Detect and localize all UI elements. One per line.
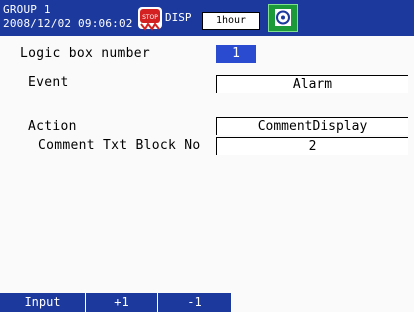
display-mode-label: DISP xyxy=(165,11,192,24)
recorder-screen: GROUP 1 2008/12/02 09:06:02 STOP DISP 1h… xyxy=(0,0,414,312)
softkey-plus-one[interactable]: +1 xyxy=(86,293,158,312)
softkey-bar: Input +1 -1 xyxy=(0,293,414,312)
softkey-input[interactable]: Input xyxy=(0,293,86,312)
datetime-label: 2008/12/02 09:06:02 xyxy=(3,17,133,30)
event-field[interactable]: Alarm xyxy=(216,75,408,93)
logic-box-number-label: Logic box number xyxy=(20,46,151,61)
action-label: Action xyxy=(28,119,77,134)
interval-indicator: 1hour xyxy=(202,12,260,30)
media-card-icon xyxy=(268,4,298,32)
group-label: GROUP 1 xyxy=(3,3,51,16)
event-label: Event xyxy=(28,75,69,90)
logic-box-number-field[interactable]: 1 xyxy=(216,45,256,63)
comment-block-label: Comment Txt Block No xyxy=(38,138,201,153)
action-field[interactable]: CommentDisplay xyxy=(216,117,408,135)
stop-icon: STOP xyxy=(138,7,162,31)
softkey-minus-one[interactable]: -1 xyxy=(158,293,232,312)
status-header: GROUP 1 2008/12/02 09:06:02 STOP DISP 1h… xyxy=(0,0,414,36)
stop-icon-text: STOP xyxy=(142,14,158,21)
comment-block-field[interactable]: 2 xyxy=(216,137,408,155)
media-ring-icon xyxy=(275,9,291,26)
